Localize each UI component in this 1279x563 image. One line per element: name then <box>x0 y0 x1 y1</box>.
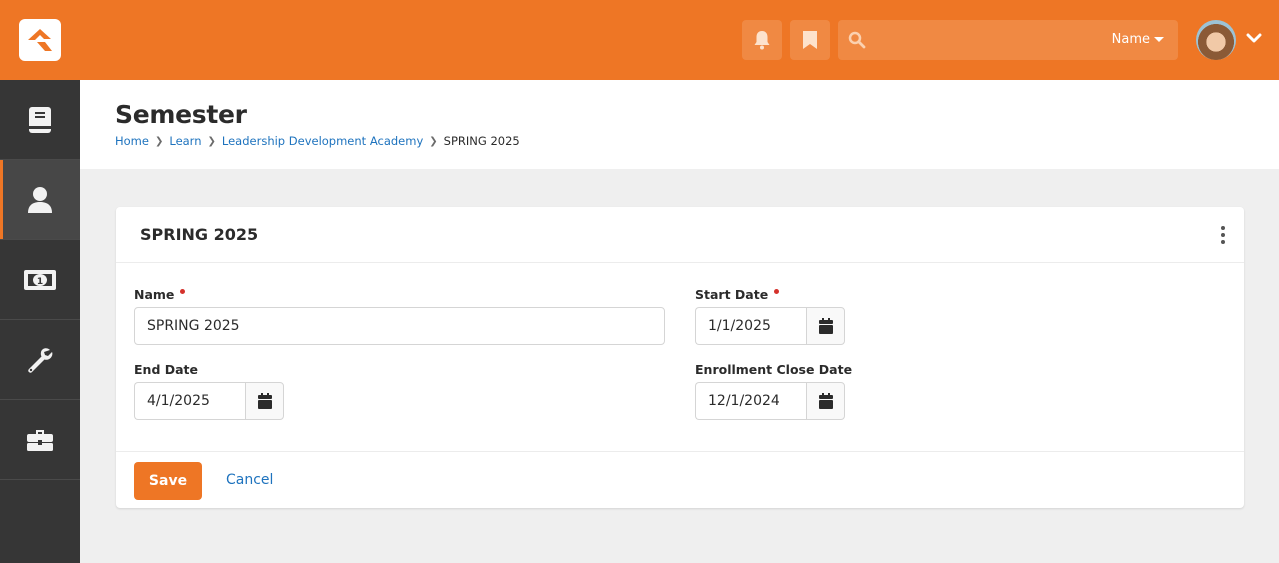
chevron-right-icon: ❯ <box>154 135 164 147</box>
money-icon: 1 <box>24 269 56 290</box>
breadcrumb-learn[interactable]: Learn <box>169 134 201 148</box>
panel-footer: Save Cancel <box>116 451 1244 508</box>
enrollment-close-date-label: Enrollment Close Date <box>695 362 853 377</box>
required-indicator <box>774 289 780 294</box>
end-date-picker-button[interactable] <box>245 382 284 420</box>
sidebar-item-people[interactable] <box>0 160 80 240</box>
enrollment-close-date-picker-button[interactable] <box>806 382 845 420</box>
end-date-label: End Date <box>134 362 199 377</box>
semester-panel: SPRING 2025 Name Start Date End Date <box>116 207 1244 508</box>
end-date-field-group: End Date <box>134 362 284 420</box>
chevron-right-icon: ❯ <box>207 135 216 147</box>
more-options-icon[interactable] <box>1220 226 1226 244</box>
calendar-icon <box>818 318 833 334</box>
start-date-label: Start Date <box>695 287 845 302</box>
breadcrumb: Home ❯ Learn ❯ Leadership Development Ac… <box>115 134 520 148</box>
user-icon <box>28 186 52 213</box>
notifications-button[interactable] <box>742 20 782 60</box>
search-input[interactable] <box>874 20 1104 60</box>
enrollment-close-date-input[interactable] <box>695 382 806 420</box>
name-field-group: Name <box>134 287 665 345</box>
sidebar-item-finance[interactable]: 1 <box>0 240 80 320</box>
panel-header: SPRING 2025 <box>116 207 1244 263</box>
bookmarks-button[interactable] <box>790 20 830 60</box>
name-input[interactable] <box>134 307 665 345</box>
chevron-right-icon: ❯ <box>429 135 438 147</box>
rock-logo[interactable] <box>19 19 61 61</box>
calendar-icon <box>818 393 833 409</box>
save-button[interactable]: Save <box>134 462 202 500</box>
wrench-icon <box>28 347 53 373</box>
breadcrumb-program[interactable]: Leadership Development Academy <box>222 134 423 148</box>
caret-down-icon <box>1154 37 1164 42</box>
calendar-icon <box>257 393 272 409</box>
search-icon <box>848 31 866 49</box>
chevron-down-icon[interactable] <box>1246 32 1262 44</box>
cancel-button[interactable]: Cancel <box>226 472 273 488</box>
bookmark-icon <box>803 31 817 49</box>
sidebar-item-tools[interactable] <box>0 400 80 480</box>
enrollment-close-date-field-group: Enrollment Close Date <box>695 362 852 420</box>
avatar[interactable] <box>1196 20 1236 60</box>
sidebar-item-content[interactable] <box>0 80 80 160</box>
panel-title: SPRING 2025 <box>140 225 259 244</box>
bell-icon <box>754 31 770 50</box>
start-date-field-group: Start Date <box>695 287 845 345</box>
sidebar-item-admin-tools[interactable] <box>0 320 80 400</box>
sidebar: 1 <box>0 80 80 563</box>
name-label: Name <box>134 287 665 302</box>
start-date-input[interactable] <box>695 307 806 345</box>
search-filter-label: Name <box>1111 32 1150 47</box>
end-date-input[interactable] <box>134 382 245 420</box>
page-header: Semester Home ❯ Learn ❯ Leadership Devel… <box>80 80 1279 169</box>
top-bar: Name <box>0 0 1279 80</box>
book-icon <box>29 106 51 133</box>
search-filter-dropdown[interactable]: Name <box>1112 32 1164 47</box>
start-date-picker-button[interactable] <box>806 307 845 345</box>
svg-text:1: 1 <box>37 277 43 287</box>
breadcrumb-home[interactable]: Home <box>115 134 149 148</box>
briefcase-icon <box>27 429 53 451</box>
page-title: Semester <box>115 100 247 129</box>
search-bar: Name <box>838 20 1178 60</box>
required-indicator <box>180 289 186 294</box>
logo-icon <box>28 29 52 51</box>
breadcrumb-current: SPRING 2025 <box>443 134 520 148</box>
